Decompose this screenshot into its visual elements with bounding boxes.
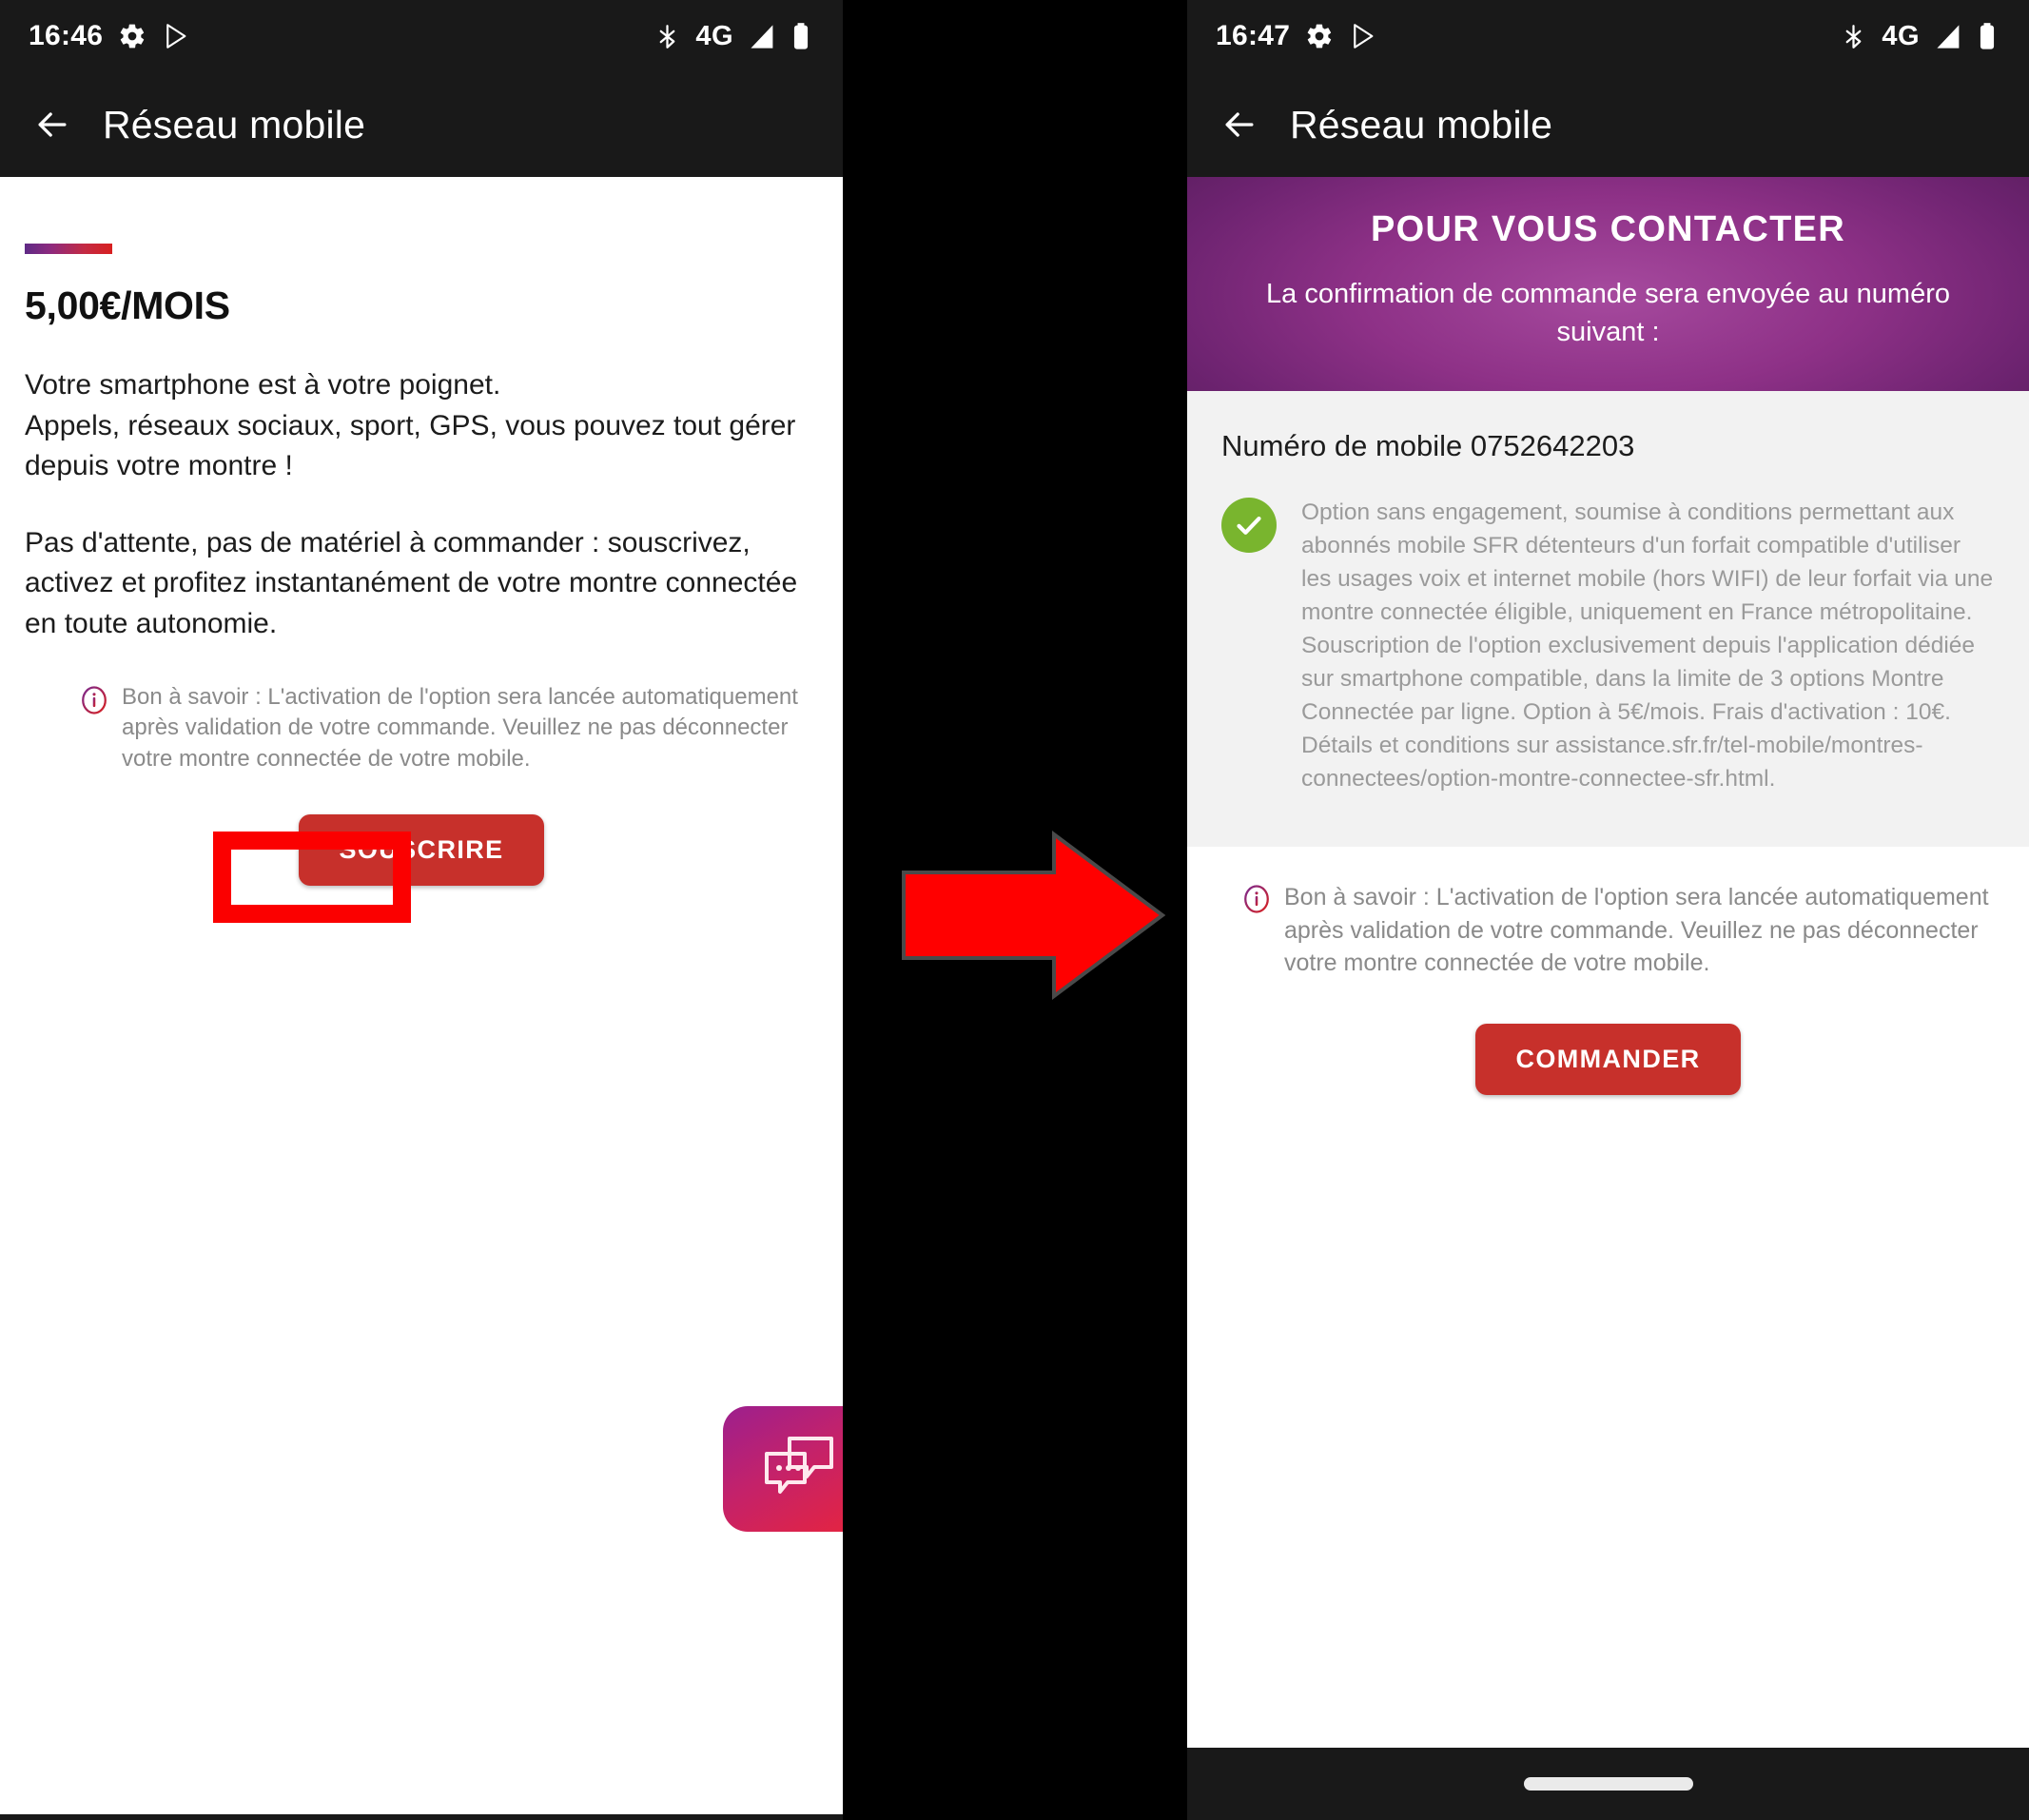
info-note-text: Bon à savoir : L'activation de l'option … <box>122 683 798 772</box>
right-arrow-annotation <box>894 830 1170 1001</box>
mobile-number-card: Numéro de mobile 0752642203 <box>1187 391 2029 464</box>
left-content: 5,00€/MOIS Votre smartphone est à votre … <box>0 244 843 1820</box>
app-bar: Réseau mobile <box>0 72 843 177</box>
battery-icon <box>791 22 810 50</box>
page-title: Réseau mobile <box>1290 102 1553 147</box>
banner-title: POUR VOUS CONTACTER <box>1370 209 1845 249</box>
page-title: Réseau mobile <box>103 102 366 147</box>
signal-icon <box>1935 24 1962 49</box>
bluetooth-icon <box>1841 24 1866 49</box>
status-bar: 16:46 4G <box>0 0 843 72</box>
description-paragraph-2: Pas d'attente, pas de matériel à command… <box>25 526 798 639</box>
info-circle-icon <box>78 684 110 775</box>
mobile-number-label: Numéro de mobile <box>1221 429 1463 463</box>
gear-icon <box>118 22 146 50</box>
info-circle-icon <box>1240 883 1273 980</box>
play-store-icon <box>1349 22 1377 50</box>
gear-icon <box>1305 22 1334 50</box>
price-heading: 5,00€/MOIS <box>25 284 230 327</box>
back-arrow-icon[interactable] <box>1216 101 1263 148</box>
screenshot-stage: 16:46 4G Réseau mobile 5,00€/MOIS Votre … <box>0 0 2029 1820</box>
legal-conditions-row: Option sans engagement, soumise à condit… <box>1187 463 2029 848</box>
bluetooth-icon <box>654 24 680 49</box>
legal-conditions-text: Option sans engagement, soumise à condit… <box>1301 499 1994 793</box>
back-arrow-icon[interactable] <box>29 101 76 148</box>
home-gesture-pill[interactable] <box>1523 1777 1693 1791</box>
mobile-number-row: Numéro de mobile 0752642203 <box>1221 429 1995 463</box>
banner-subtitle: La confirmation de commande sera envoyée… <box>1266 279 1950 348</box>
right-content: POUR VOUS CONTACTER La confirmation de c… <box>1187 177 2029 1820</box>
system-nav-bar <box>0 1814 843 1820</box>
commander-button-row: COMMANDER <box>1187 1023 2029 1095</box>
mobile-number-value: 0752642203 <box>1470 429 1635 463</box>
status-clock: 16:46 <box>29 20 104 51</box>
green-check-icon <box>1221 498 1277 554</box>
phone-screenshot-after: 16:47 4G Réseau mobile POUR VOUS CONTACT… <box>1187 0 2029 1820</box>
app-bar: Réseau mobile <box>1187 72 2029 177</box>
contact-banner: POUR VOUS CONTACTER La confirmation de c… <box>1187 177 2029 392</box>
description-paragraph-1: Votre smartphone est à votre poignet. Ap… <box>25 369 796 482</box>
info-note: Bon à savoir : L'activation de l'option … <box>78 682 814 775</box>
status-bar: 16:47 4G <box>1187 0 2029 72</box>
commander-button[interactable]: COMMANDER <box>1475 1023 1741 1095</box>
info-note-text: Bon à savoir : L'activation de l'option … <box>1284 884 1989 977</box>
play-store-icon <box>162 22 190 50</box>
chat-fab-button[interactable] <box>723 1406 843 1532</box>
souscrire-highlight-annotation <box>213 832 411 923</box>
network-type-label: 4G <box>695 20 733 51</box>
battery-icon <box>1978 22 1997 50</box>
info-note: Bon à savoir : L'activation de l'option … <box>1187 847 2029 980</box>
network-type-label: 4G <box>1882 20 1920 51</box>
status-clock: 16:47 <box>1216 20 1291 51</box>
system-nav-bar <box>1187 1748 2029 1820</box>
accent-divider <box>25 244 112 254</box>
chat-bubbles-icon <box>757 1430 841 1509</box>
souscrire-button-row: SOUSCRIRE <box>0 814 843 887</box>
phone-screenshot-before: 16:46 4G Réseau mobile 5,00€/MOIS Votre … <box>0 0 843 1820</box>
signal-icon <box>749 24 776 49</box>
